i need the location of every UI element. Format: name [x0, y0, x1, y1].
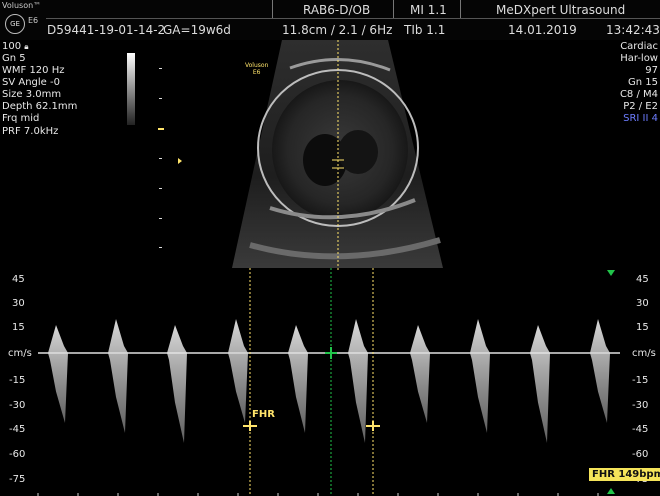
param-c-m: C8 / M4	[619, 89, 658, 100]
param-wmf: WMF 120 Hz	[2, 65, 65, 76]
param-power: 100 🔒︎	[2, 41, 29, 52]
right-tick-label: 45	[636, 274, 649, 285]
patient-id: D59441-19-01-14-2	[47, 23, 166, 37]
waveform-cycle	[228, 319, 248, 423]
velocity-unit-right: cm/s	[632, 348, 656, 359]
probe-label: RAB6-D/OB	[303, 3, 371, 17]
depth-tick	[159, 188, 162, 189]
right-tick-label: 30	[636, 298, 649, 309]
param-sri: SRI II 4	[623, 113, 658, 124]
left-tick-label: -45	[9, 424, 26, 435]
baseline-marker-icon	[607, 270, 615, 276]
left-tick-label: -15	[9, 375, 26, 386]
header-separator	[460, 0, 461, 18]
waveform-cycle	[108, 319, 128, 433]
waveform-cycle	[288, 325, 308, 433]
header-divider	[46, 18, 660, 19]
header-separator	[272, 0, 273, 18]
date-label: 14.01.2019	[508, 23, 577, 37]
depth-tick	[159, 158, 162, 159]
left-tick-label: 30	[12, 298, 25, 309]
logo: Voluson™ GE E6	[0, 0, 44, 36]
param-size: Size 3.0mm	[2, 89, 62, 100]
depth-tick-focus	[158, 128, 164, 130]
param-harmonic: Har-low	[620, 53, 658, 64]
velocity-unit-left: cm/s	[8, 348, 32, 359]
time-label: 13:42:43	[606, 23, 660, 37]
logo-text: GE	[10, 20, 20, 28]
waveform-cycle	[348, 319, 368, 443]
mi-label: MI 1.1	[410, 3, 447, 17]
baseline-marker-icon	[607, 488, 615, 494]
param-value: 97	[645, 65, 658, 76]
depth-info: 11.8cm / 2.1 / 6Hz	[282, 23, 393, 37]
param-frequency: Frq mid	[2, 113, 40, 124]
left-tick-label: -75	[9, 474, 26, 485]
waveform-cycle	[48, 325, 68, 423]
left-tick-label: 45	[12, 274, 25, 285]
right-tick-label: 15	[636, 322, 649, 333]
waveform-cycle	[530, 325, 550, 443]
waveform-cycle	[167, 325, 187, 443]
lock-icon: 🔒︎	[24, 42, 29, 51]
param-prf: PRF 7.0kHz	[2, 126, 59, 137]
depth-tick	[159, 218, 162, 219]
image-overlay-brand: Voluson E6	[245, 62, 269, 76]
left-tick-label: -30	[9, 400, 26, 411]
param-preset: Cardiac	[620, 41, 658, 52]
header-separator	[393, 0, 394, 18]
gestational-age: GA=19w6d	[163, 23, 231, 37]
waveform-cycle	[590, 319, 610, 423]
doppler-spectrum	[37, 268, 620, 496]
ge-logo-icon: GE	[5, 14, 25, 34]
depth-tick	[159, 247, 162, 248]
brand-label: Voluson™	[2, 1, 42, 10]
model-label: E6	[28, 16, 39, 25]
depth-tick	[159, 98, 162, 99]
param-gain: Gn 5	[2, 53, 26, 64]
waveform-cycle	[410, 325, 430, 423]
tib-label: TIb 1.1	[404, 23, 446, 37]
left-tick-label: -60	[9, 449, 26, 460]
waveform-cycle	[470, 319, 490, 433]
caliper-label: FHR	[252, 409, 275, 420]
param-p-e: P2 / E2	[623, 101, 658, 112]
right-tick-label: -30	[632, 400, 649, 411]
grayscale-bar	[127, 53, 135, 125]
param-gain-2d: Gn 15	[628, 77, 658, 88]
right-tick-label: -45	[632, 424, 649, 435]
institution-label: MeDXpert Ultrasound	[496, 3, 626, 17]
header-bar: Voluson™ GE E6 RAB6-D/OB MI 1.1 MeDXpert…	[0, 0, 660, 40]
depth-tick	[159, 68, 162, 69]
focus-marker-icon	[178, 158, 182, 164]
param-sv-angle: SV Angle -0	[2, 77, 60, 88]
fhr-readout: FHR 149bpm	[589, 468, 660, 481]
param-depth: Depth 62.1mm	[2, 101, 78, 112]
right-tick-label: -60	[632, 449, 649, 460]
left-tick-label: 15	[12, 322, 25, 333]
sample-volume-cursor	[332, 40, 344, 270]
right-tick-label: -15	[632, 375, 649, 386]
